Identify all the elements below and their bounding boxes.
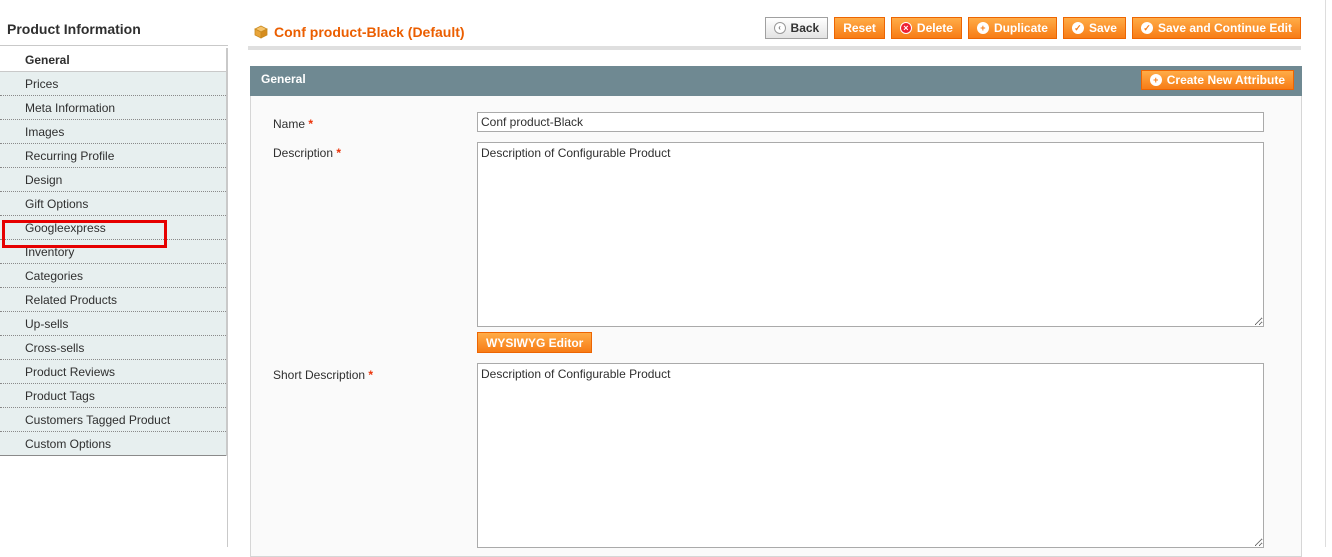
section-title: General — [261, 72, 306, 86]
name-label-text: Name — [273, 117, 306, 131]
short-description-label: Short Description * — [273, 368, 373, 382]
save-label: Save — [1088, 21, 1117, 35]
save-continue-label: Save and Continue Edit — [1157, 21, 1292, 35]
sidebar-title: Product Information — [7, 21, 141, 37]
page-header: Conf product-Black (Default) ‹ Back Rese… — [248, 16, 1301, 50]
action-buttons: ‹ Back Reset × Delete + Duplicate ✓ Save… — [764, 17, 1301, 39]
back-arrow-icon: ‹ — [773, 22, 786, 34]
page-title: Conf product-Black (Default) — [254, 24, 465, 40]
duplicate-label: Duplicate — [993, 21, 1048, 35]
tab-inventory[interactable]: Inventory — [0, 240, 226, 264]
tab-meta-information[interactable]: Meta Information — [0, 96, 226, 120]
product-info-sidebar: Product Information General Prices Meta … — [0, 0, 228, 547]
description-label-text: Description — [273, 146, 334, 160]
tab-custom-options[interactable]: Custom Options — [0, 432, 226, 456]
tab-prices[interactable]: Prices — [0, 72, 226, 96]
required-mark: * — [368, 368, 374, 382]
short-description-label-text: Short Description — [273, 368, 366, 382]
reset-label: Reset — [843, 21, 876, 35]
page-scrollbar-track[interactable] — [1325, 0, 1326, 547]
sidebar-divider — [0, 45, 228, 46]
back-button[interactable]: ‹ Back — [764, 17, 829, 39]
delete-button[interactable]: × Delete — [890, 17, 962, 39]
description-textarea[interactable]: Description of Configurable Product — [477, 142, 1264, 327]
required-mark: * — [336, 146, 342, 160]
short-description-textarea[interactable]: Description of Configurable Product — [477, 363, 1264, 548]
tab-categories[interactable]: Categories — [0, 264, 226, 288]
tab-product-reviews[interactable]: Product Reviews — [0, 360, 226, 384]
description-label: Description * — [273, 146, 341, 160]
tab-gift-options[interactable]: Gift Options — [0, 192, 226, 216]
product-box-icon — [254, 25, 268, 39]
required-mark: * — [308, 117, 314, 131]
plus-icon: + — [1149, 74, 1162, 86]
wysiwyg-editor-button[interactable]: WYSIWYG Editor — [477, 332, 593, 353]
tab-up-sells[interactable]: Up-sells — [0, 312, 226, 336]
tab-customers-tagged-product[interactable]: Customers Tagged Product — [0, 408, 226, 432]
name-input[interactable] — [477, 112, 1264, 132]
check-icon: ✓ — [1140, 22, 1153, 34]
product-tabs: General Prices Meta Information Images R… — [0, 48, 227, 456]
save-button[interactable]: ✓ Save — [1062, 17, 1126, 39]
tab-recurring-profile[interactable]: Recurring Profile — [0, 144, 226, 168]
tab-design[interactable]: Design — [0, 168, 226, 192]
tab-googleexpress[interactable]: Googleexpress — [0, 216, 226, 240]
tab-product-tags[interactable]: Product Tags — [0, 384, 226, 408]
plus-icon: + — [976, 22, 989, 34]
tab-images[interactable]: Images — [0, 120, 226, 144]
save-continue-button[interactable]: ✓ Save and Continue Edit — [1131, 17, 1301, 39]
delete-label: Delete — [916, 21, 953, 35]
section-header: General + Create New Attribute — [250, 66, 1302, 96]
delete-icon: × — [899, 22, 912, 34]
page-title-text: Conf product-Black (Default) — [274, 24, 465, 40]
create-attribute-button[interactable]: + Create New Attribute — [1140, 70, 1294, 90]
name-label: Name * — [273, 117, 313, 131]
tab-cross-sells[interactable]: Cross-sells — [0, 336, 226, 360]
reset-button[interactable]: Reset — [834, 17, 885, 39]
tab-general[interactable]: General — [0, 48, 226, 72]
tab-related-products[interactable]: Related Products — [0, 288, 226, 312]
sidebar-border — [227, 48, 228, 547]
back-label: Back — [790, 21, 820, 35]
create-attribute-label: Create New Attribute — [1166, 73, 1285, 87]
check-icon: ✓ — [1071, 22, 1084, 34]
duplicate-button[interactable]: + Duplicate — [967, 17, 1057, 39]
